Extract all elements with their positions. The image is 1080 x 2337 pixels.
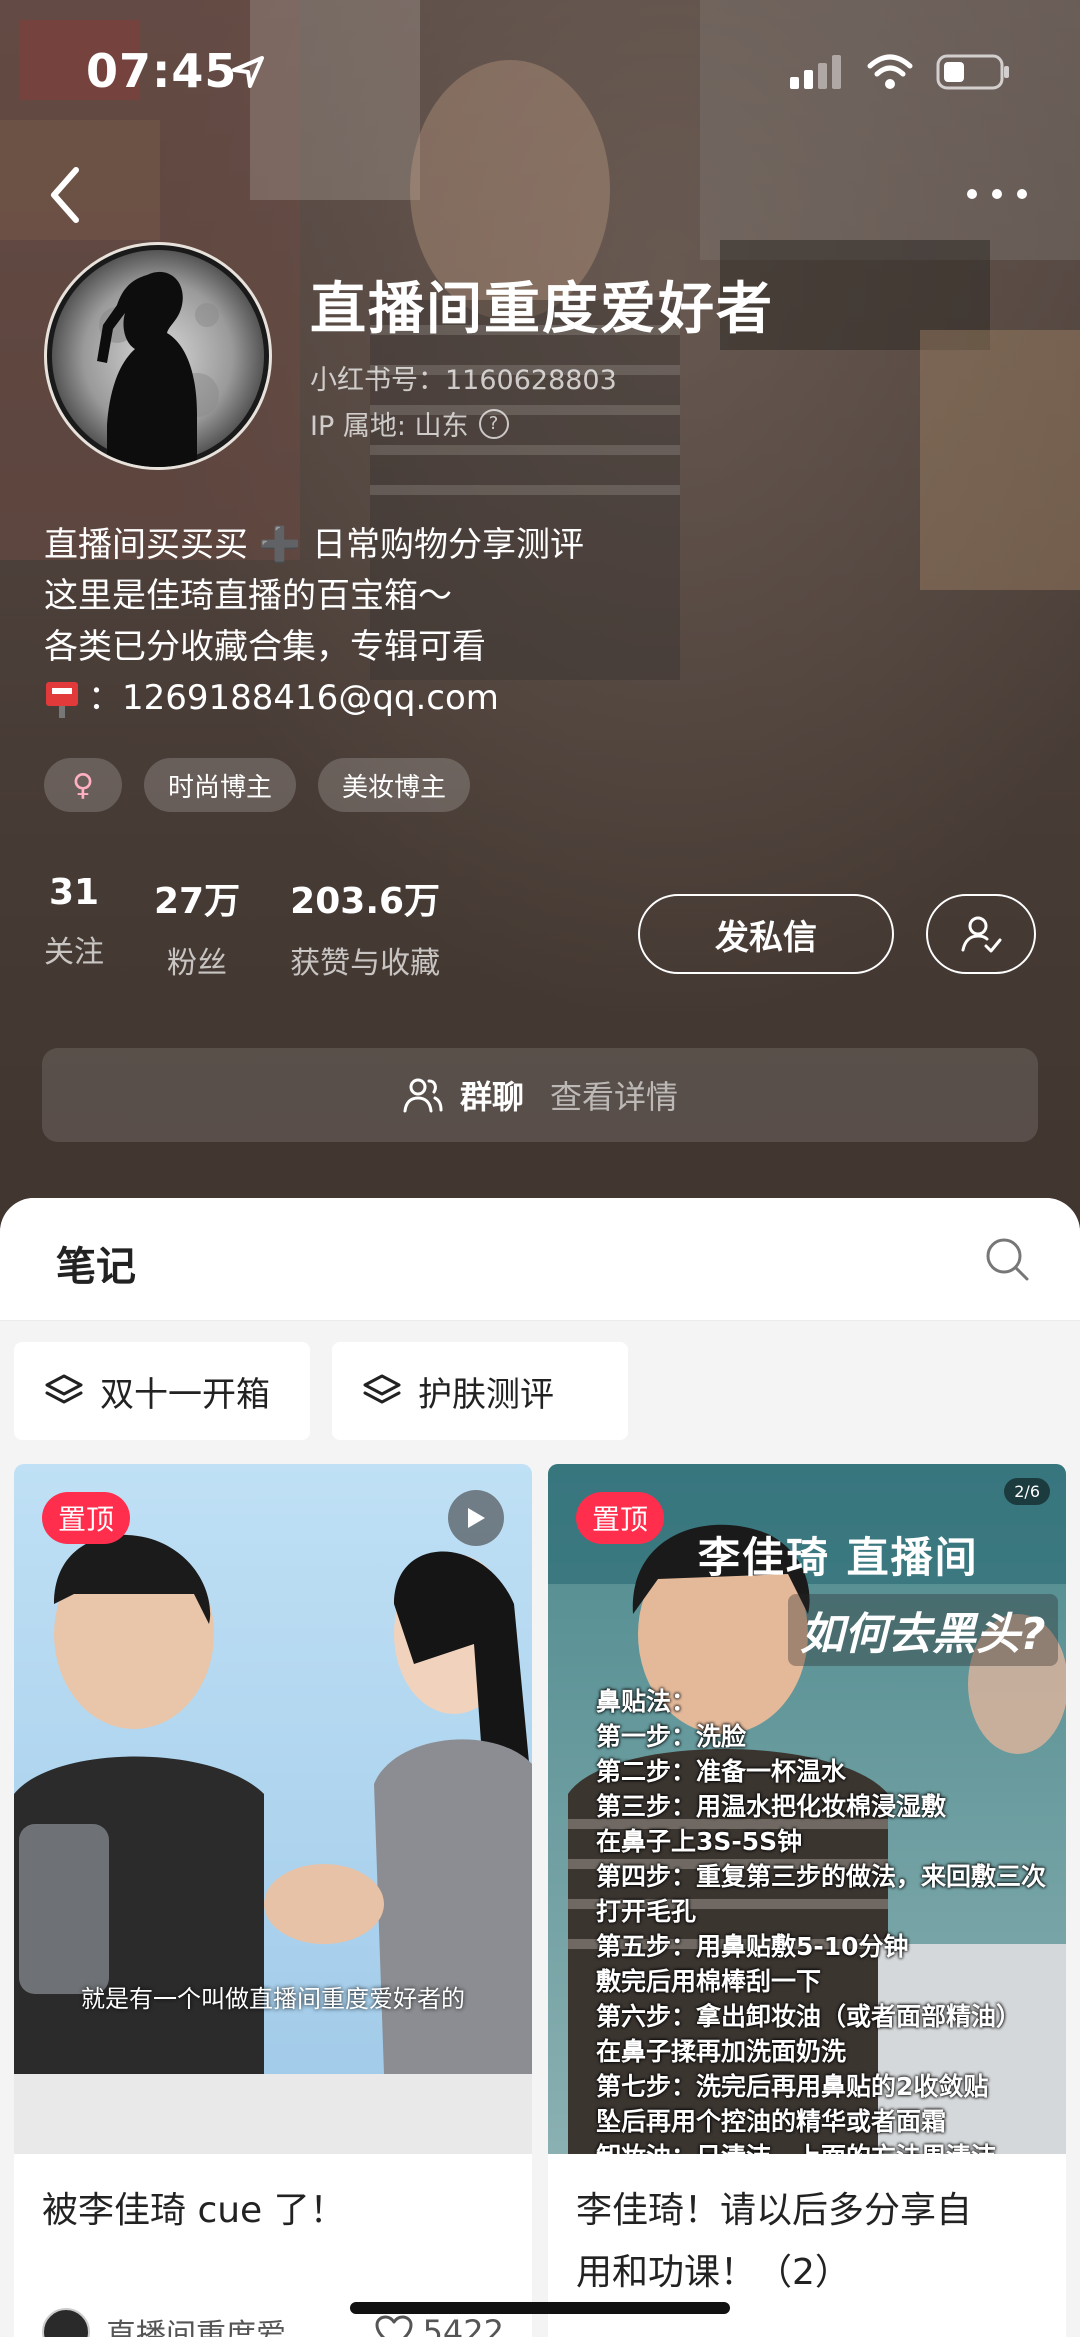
layers-icon [363,1374,401,1404]
signal-icon [790,55,841,89]
profile-stats: 31 关注 27万 粉丝 203.6万 获赞与收藏 [44,872,440,982]
album-skincare-review[interactable]: 护肤测评 [332,1342,628,1440]
video-thumbnail-image [14,1464,532,2154]
album-double-eleven[interactable]: 双十一开箱 [14,1342,310,1440]
battery-icon [936,54,1009,90]
overlay-steps: 鼻贴法： 第一步：洗脸 第二步：准备一杯温水 第三步：用温水把化妆棉浸湿敷 在鼻… [596,1684,1046,2154]
tab-notes[interactable]: 笔记 [56,1234,136,1292]
search-icon[interactable] [984,1236,1030,1282]
mailbox-icon [46,681,78,718]
author-avatar[interactable] [42,2308,90,2337]
group-chat-title: 群聊 [459,1078,524,1116]
stat-likes-label: 获赞与收藏 [290,946,441,981]
pinned-badge: 置顶 [42,1492,131,1544]
overlay-line: 第五步：用鼻贴敷5-10分钟 [596,1932,909,1961]
note-title-line-1: 李佳琦！请以后多分享自 [576,2190,973,2231]
live-show-logo: 李佳琦 直播间 [698,1533,979,1582]
stat-likes-collects[interactable]: 203.6万 获赞与收藏 [290,872,440,982]
overlay-line: 第三步：用温水把化妆棉浸湿敷 [596,1792,947,1821]
note-title[interactable]: 被李佳琦 cue 了！ [14,2154,532,2242]
group-chat-bar[interactable]: 群聊 查看详情 [42,1048,1038,1142]
heart-icon [375,2315,413,2337]
nickname: 直播间重度爱好者 [310,277,774,342]
album-list: 双十一开箱 护肤测评 [14,1342,628,1440]
video-subtitle: 就是有一个叫做直播间重度爱好者的 [81,1985,465,2013]
ip-location: IP 属地: 山东 ? [310,404,509,443]
bio-line-1: 直播间买买买 ➕ 日常购物分享测评 [44,525,584,565]
tag-beauty-blogger: 美妆博主 [318,758,471,812]
stat-likes-value: 203.6万 [290,881,441,922]
group-chat-detail: 查看详情 [550,1078,679,1116]
like-control[interactable]: 5422 [375,2313,504,2337]
overlay-line: 卸妆油：日清洁，上面的方法周清洁 [596,2139,1046,2154]
home-indicator[interactable] [350,2302,730,2314]
bio-email-row: ：1269188416@qq.com [44,673,584,724]
status-bar: 07:45 [0,40,1080,110]
location-arrow-icon [232,56,264,88]
overlay-title: 如何去黑头? [788,1594,1058,1666]
note-card-1[interactable]: 置顶 就是有一个叫做直播间重度爱好者的 被李佳琦 cue 了！ 直播间重度爱..… [14,1464,532,2337]
gender-tag: ♀ [44,758,122,812]
note-title-line-2: 用和功课！（2） [576,2252,851,2293]
user-check-icon [961,916,1002,953]
overlay-line: 第六步：拿出卸妆油（或者面部精油） [596,2002,1022,2031]
avatar-moon-silhouette [52,250,264,467]
overlay-line: 敷完后用棉棒刮一下 [596,1967,822,1996]
overlay-line: 第七步：洗完后再用鼻贴的2收敛贴 [596,2072,989,2101]
stat-following-label: 关注 [44,935,104,970]
overlay-line: 在鼻子上3S-5S钟 [596,1827,803,1856]
overlay-line: 坠后再用个控油的精华或者面霜 [596,2107,947,2136]
bio-line-2: 这里是佳琦直播的百宝箱～ [44,576,452,616]
note-title[interactable]: 李佳琦！请以后多分享自 用和功课！（2） [548,2154,1066,2304]
overlay-line: 第一步：洗脸 [596,1722,747,1751]
author-name[interactable]: 直播间重度爱... [106,2310,315,2337]
overlay-line: 在鼻子揉再加洗面奶洗 [596,2037,847,2066]
group-icon [403,1078,443,1113]
stat-followers-value: 27万 [154,881,241,922]
stat-followers-label: 粉丝 [167,946,228,981]
stat-following-value: 31 [48,872,100,913]
follow-button[interactable] [926,894,1036,974]
tag-fashion-blogger: 时尚博主 [144,758,297,812]
status-time: 07:45 [86,44,238,98]
info-icon[interactable]: ? [478,408,509,439]
notes-tab-bar: 笔记 [0,1198,1080,1321]
wifi-icon [867,54,913,89]
page-indicator: 2/6 [1004,1478,1050,1505]
note-thumbnail-2[interactable]: 2/6 李佳琦 直播间 如何去黑头? 鼻贴法： 第一步：洗脸 第二步：准备一杯温… [548,1464,1066,2154]
red-id[interactable]: 小红书号：1160628803 [310,358,617,397]
profile-tags: ♀ 时尚博主 美妆博主 [44,758,471,812]
overlay-line: 打开毛孔 [596,1897,697,1926]
stat-followers[interactable]: 27万 粉丝 [154,872,240,982]
album-label: 双十一开箱 [100,1374,270,1415]
overlay-line: 鼻贴法： [596,1687,697,1716]
back-icon[interactable] [40,160,90,230]
profile-header: 07:45 直播间重度爱好者 小红书号：1160628803 IP 属地: 山东… [0,0,1080,1240]
send-message-button[interactable]: 发私信 [638,894,894,974]
more-options-icon[interactable] [962,182,1032,206]
bio: 直播间买买买 ➕ 日常购物分享测评 这里是佳琦直播的百宝箱～ 各类已分收藏合集，… [44,520,584,724]
avatar[interactable] [44,242,272,470]
bio-email: ：1269188416@qq.com [88,678,499,718]
ip-location-text: IP 属地: 山东 [310,411,469,442]
play-icon[interactable] [448,1490,504,1546]
pinned-badge: 置顶 [576,1492,665,1544]
stat-following[interactable]: 31 关注 [44,872,104,982]
overlay-line: 第二步：准备一杯温水 [596,1757,847,1786]
note-card-2[interactable]: 2/6 李佳琦 直播间 如何去黑头? 鼻贴法： 第一步：洗脸 第二步：准备一杯温… [548,1464,1066,2337]
content-sheet: 笔记 双十一开箱 护肤测评 置顶 就是有一个叫做直播间重度爱好者的 被李佳琦 c… [0,1198,1080,2337]
overlay-line: 第四步：重复第三步的做法，来回敷三次 [596,1862,1047,1891]
layers-icon [45,1374,83,1404]
album-label: 护肤测评 [418,1374,554,1415]
bio-line-3: 各类已分收藏合集，专辑可看 [44,627,486,667]
like-count: 5422 [422,2313,504,2337]
note-thumbnail-1[interactable]: 置顶 就是有一个叫做直播间重度爱好者的 [14,1464,532,2154]
